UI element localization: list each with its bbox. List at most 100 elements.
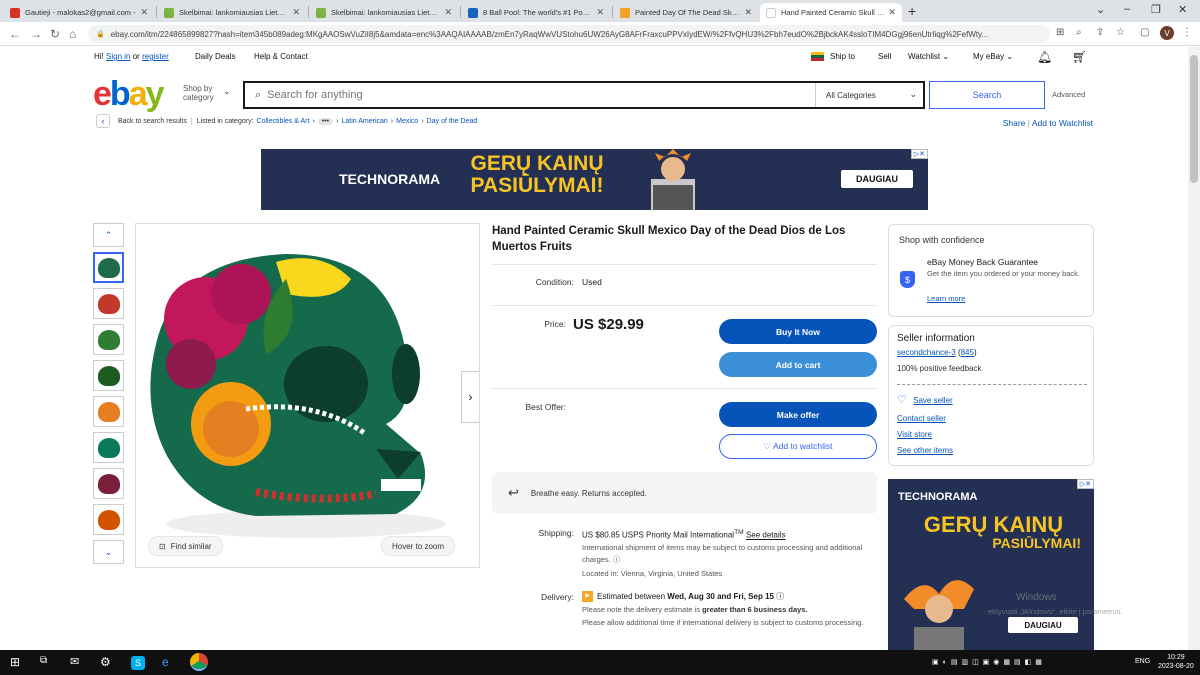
- register-link[interactable]: register: [142, 52, 169, 61]
- buy-it-now-button[interactable]: Buy It Now: [719, 319, 877, 344]
- search-button[interactable]: Search: [929, 81, 1045, 109]
- shop-by-category-button[interactable]: Shop by category ⌄: [183, 84, 231, 102]
- profile-avatar[interactable]: V: [1160, 26, 1174, 40]
- sidebar-icon[interactable]: ▢: [1140, 27, 1149, 38]
- windows-start-icon[interactable]: ⊞: [10, 655, 20, 669]
- home-icon[interactable]: ⌂: [69, 27, 76, 41]
- see-details-link[interactable]: See details: [746, 531, 786, 540]
- browser-tab-8ball[interactable]: 8 Ball Pool: The world's #1 Pool g ✕: [462, 3, 610, 22]
- daily-deals-link[interactable]: Daily Deals: [195, 52, 235, 61]
- contact-seller-link[interactable]: Contact seller: [897, 414, 946, 423]
- zoom-icon[interactable]: ⌕: [1076, 27, 1082, 38]
- advanced-search-link[interactable]: Advanced: [1052, 90, 1085, 99]
- ad-banner-side[interactable]: TECHNORAMA GERŲ KAINŲ PASIŪLYMAI! DAUGIA…: [888, 479, 1094, 650]
- watchlist-menu[interactable]: Watchlist ⌄: [908, 52, 949, 61]
- scrollbar-thumb[interactable]: [1190, 55, 1198, 183]
- close-tab-icon[interactable]: ✕: [292, 7, 300, 18]
- info-icon[interactable]: ⓘ: [613, 555, 621, 564]
- close-window-button[interactable]: ✕: [1178, 3, 1187, 16]
- thumbnail-1[interactable]: [93, 252, 124, 283]
- learn-more-link[interactable]: Learn more: [927, 294, 965, 303]
- add-to-watchlist-button[interactable]: ♡ Add to watchlist: [719, 434, 877, 459]
- system-tray-icons[interactable]: ▣◐▤▥◫▣◉▦▤◧▦: [932, 658, 1046, 666]
- sign-in-link[interactable]: Sign in: [106, 52, 130, 61]
- close-tab-icon[interactable]: ✕: [140, 7, 148, 18]
- browser-tab-skelbimai-2[interactable]: Skelbimai: lankomiausias Lietuvo ✕: [310, 3, 458, 22]
- find-similar-button[interactable]: ⊡ Find similar: [148, 536, 223, 556]
- browser-tab-skelbimai-1[interactable]: Skelbimai: lankomiausias Lietuvo ✕: [158, 3, 306, 22]
- next-image-button[interactable]: ›: [461, 371, 479, 423]
- ad-close-icon[interactable]: ▷✕: [910, 149, 928, 159]
- my-ebay-menu[interactable]: My eBay ⌄: [973, 52, 1013, 61]
- chrome-icon[interactable]: [190, 653, 208, 671]
- thumbnails-down-button[interactable]: ⌄: [93, 540, 124, 564]
- translate-icon[interactable]: ⊞: [1056, 27, 1064, 38]
- back-to-results-link[interactable]: Back to search results: [118, 118, 187, 125]
- language-indicator[interactable]: ENG: [1135, 658, 1150, 665]
- help-contact-link[interactable]: Help & Contact: [254, 52, 308, 61]
- minimize-button[interactable]: –: [1124, 3, 1130, 15]
- thumbnail-3[interactable]: [93, 324, 124, 355]
- ad-cta-button[interactable]: DAUGIAU: [1008, 617, 1078, 633]
- visit-store-link[interactable]: Visit store: [897, 430, 932, 439]
- clock[interactable]: 10:29 2023-08-20: [1158, 653, 1194, 671]
- ad-close-icon[interactable]: ▷✕: [1076, 479, 1094, 489]
- info-icon[interactable]: ⓘ: [776, 592, 784, 601]
- breadcrumb-latin-american[interactable]: Latin American: [341, 118, 387, 125]
- thumbnail-4[interactable]: [93, 360, 124, 391]
- share-link[interactable]: Share: [1003, 118, 1026, 128]
- see-other-items-link[interactable]: See other items: [897, 446, 953, 455]
- notification-bell-icon[interactable]: 🔔︎: [1037, 50, 1052, 64]
- back-icon[interactable]: ←: [9, 27, 21, 41]
- mail-icon[interactable]: ✉: [70, 655, 79, 668]
- settings-gear-icon[interactable]: ⚙: [100, 655, 111, 669]
- add-to-cart-button[interactable]: Add to cart: [719, 352, 877, 377]
- reload-icon[interactable]: ↻: [50, 27, 60, 41]
- thumbnail-5[interactable]: [93, 396, 124, 427]
- close-tab-icon[interactable]: ✕: [596, 7, 604, 18]
- browser-tab-ebay-active[interactable]: Hand Painted Ceramic Skull Mex ✕: [760, 3, 902, 22]
- thumbnail-6[interactable]: [93, 432, 124, 463]
- save-seller-row[interactable]: ♡ Save seller: [897, 393, 953, 406]
- breadcrumb-day-of-dead[interactable]: Day of the Dead: [427, 118, 478, 125]
- breadcrumb-more-button[interactable]: •••: [317, 117, 334, 125]
- main-product-image[interactable]: › ⊡ Find similar Hover to zoom: [135, 223, 480, 568]
- feedback-count-link[interactable]: 845: [961, 348, 974, 357]
- thumbnail-7[interactable]: [93, 468, 124, 499]
- ad-banner-top[interactable]: TECHNORAMA GERŲ KAINŲ PASIŪLYMAI! DAUGIA…: [261, 149, 928, 210]
- divider: [492, 305, 877, 306]
- tab-search-icon[interactable]: ⌄: [1096, 3, 1105, 16]
- url-field[interactable]: 🔒 ebay.com/itm/224865899827?hash=item345…: [88, 25, 1050, 43]
- menu-kebab-icon[interactable]: ⋮: [1182, 27, 1192, 38]
- make-offer-button[interactable]: Make offer: [719, 402, 877, 427]
- new-tab-button[interactable]: +: [908, 3, 916, 19]
- cart-icon[interactable]: 🛒︎: [1072, 50, 1087, 64]
- category-select[interactable]: All Categories ⌄: [815, 83, 925, 107]
- breadcrumb-collectibles[interactable]: Collectibles & Art: [257, 118, 310, 125]
- thumbnails-up-button[interactable]: ⌃: [93, 223, 124, 247]
- close-tab-icon[interactable]: ✕: [444, 7, 452, 18]
- browser-tab-gmail[interactable]: Gautieji - malokas2@gmail.com - ✕: [4, 3, 154, 22]
- skype-icon[interactable]: S: [131, 656, 145, 670]
- add-to-watchlist-link[interactable]: Add to Watchlist: [1032, 118, 1093, 128]
- bookmark-star-icon[interactable]: ☆: [1116, 27, 1125, 38]
- close-tab-icon[interactable]: ✕: [888, 7, 896, 18]
- share-icon[interactable]: ⇪: [1096, 27, 1104, 38]
- save-seller-link[interactable]: Save seller: [913, 396, 953, 405]
- ebay-logo[interactable]: ebay: [93, 77, 165, 111]
- browser-tab-painted-skulls[interactable]: Painted Day Of The Dead Skulls f ✕: [614, 3, 758, 22]
- thumbnail-8[interactable]: [93, 504, 124, 535]
- ship-to-button[interactable]: Ship to: [811, 52, 855, 62]
- close-tab-icon[interactable]: ✕: [744, 7, 752, 18]
- sell-link[interactable]: Sell: [878, 52, 891, 61]
- maximize-button[interactable]: ❐: [1151, 3, 1161, 16]
- back-arrow-icon[interactable]: ‹: [96, 114, 110, 128]
- thumbnail-2[interactable]: [93, 288, 124, 319]
- page-scrollbar[interactable]: [1188, 47, 1200, 650]
- breadcrumb-mexico[interactable]: Mexico: [396, 118, 418, 125]
- forward-icon[interactable]: →: [30, 27, 42, 41]
- ad-cta-button[interactable]: DAUGIAU: [841, 170, 913, 188]
- edge-icon[interactable]: e: [162, 655, 169, 669]
- task-view-icon[interactable]: ⧉: [40, 655, 47, 666]
- seller-name-link[interactable]: secondchance-3: [897, 348, 956, 357]
